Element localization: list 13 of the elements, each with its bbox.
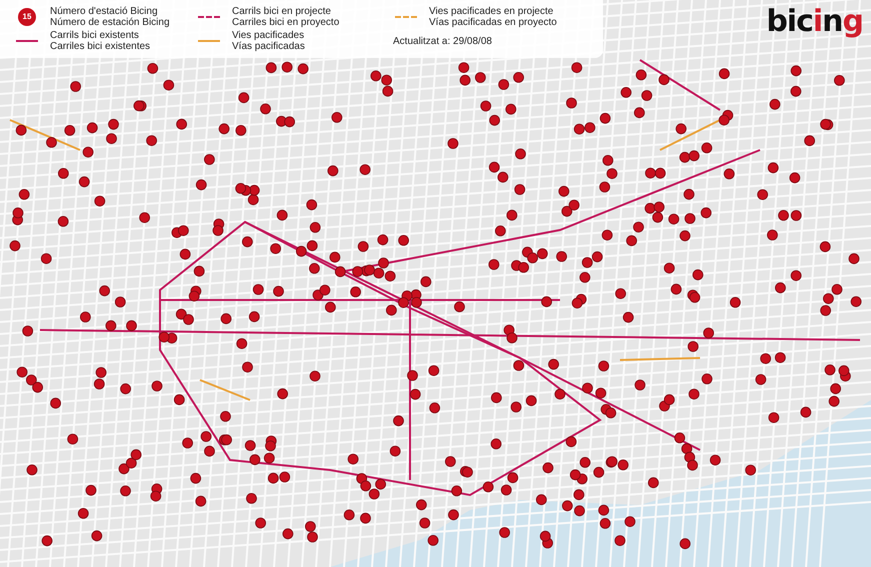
legend-label: Carriles bici existentes — [50, 41, 150, 52]
legend-label: Número de estación Bicing — [50, 17, 170, 28]
update-date: Actualitzat a: 29/08/08 — [393, 36, 492, 46]
station-marker: 15 — [18, 8, 36, 26]
legend-label: Carrils bici existents — [50, 30, 140, 41]
legend-label: Número d'estació Bicing — [50, 6, 159, 17]
logo: bicing — [766, 4, 863, 39]
legend-label: Vías pacificadas en proyecto — [429, 17, 557, 28]
legend-label: Vies pacificades — [232, 30, 305, 41]
legend-label: Vías pacificadas — [232, 41, 305, 52]
legend-label: Carriles bici en proyecto — [232, 17, 340, 28]
legend-label: Carrils bici en projecte — [232, 6, 332, 17]
legend-label: Vies pacificades en projecte — [429, 6, 554, 17]
